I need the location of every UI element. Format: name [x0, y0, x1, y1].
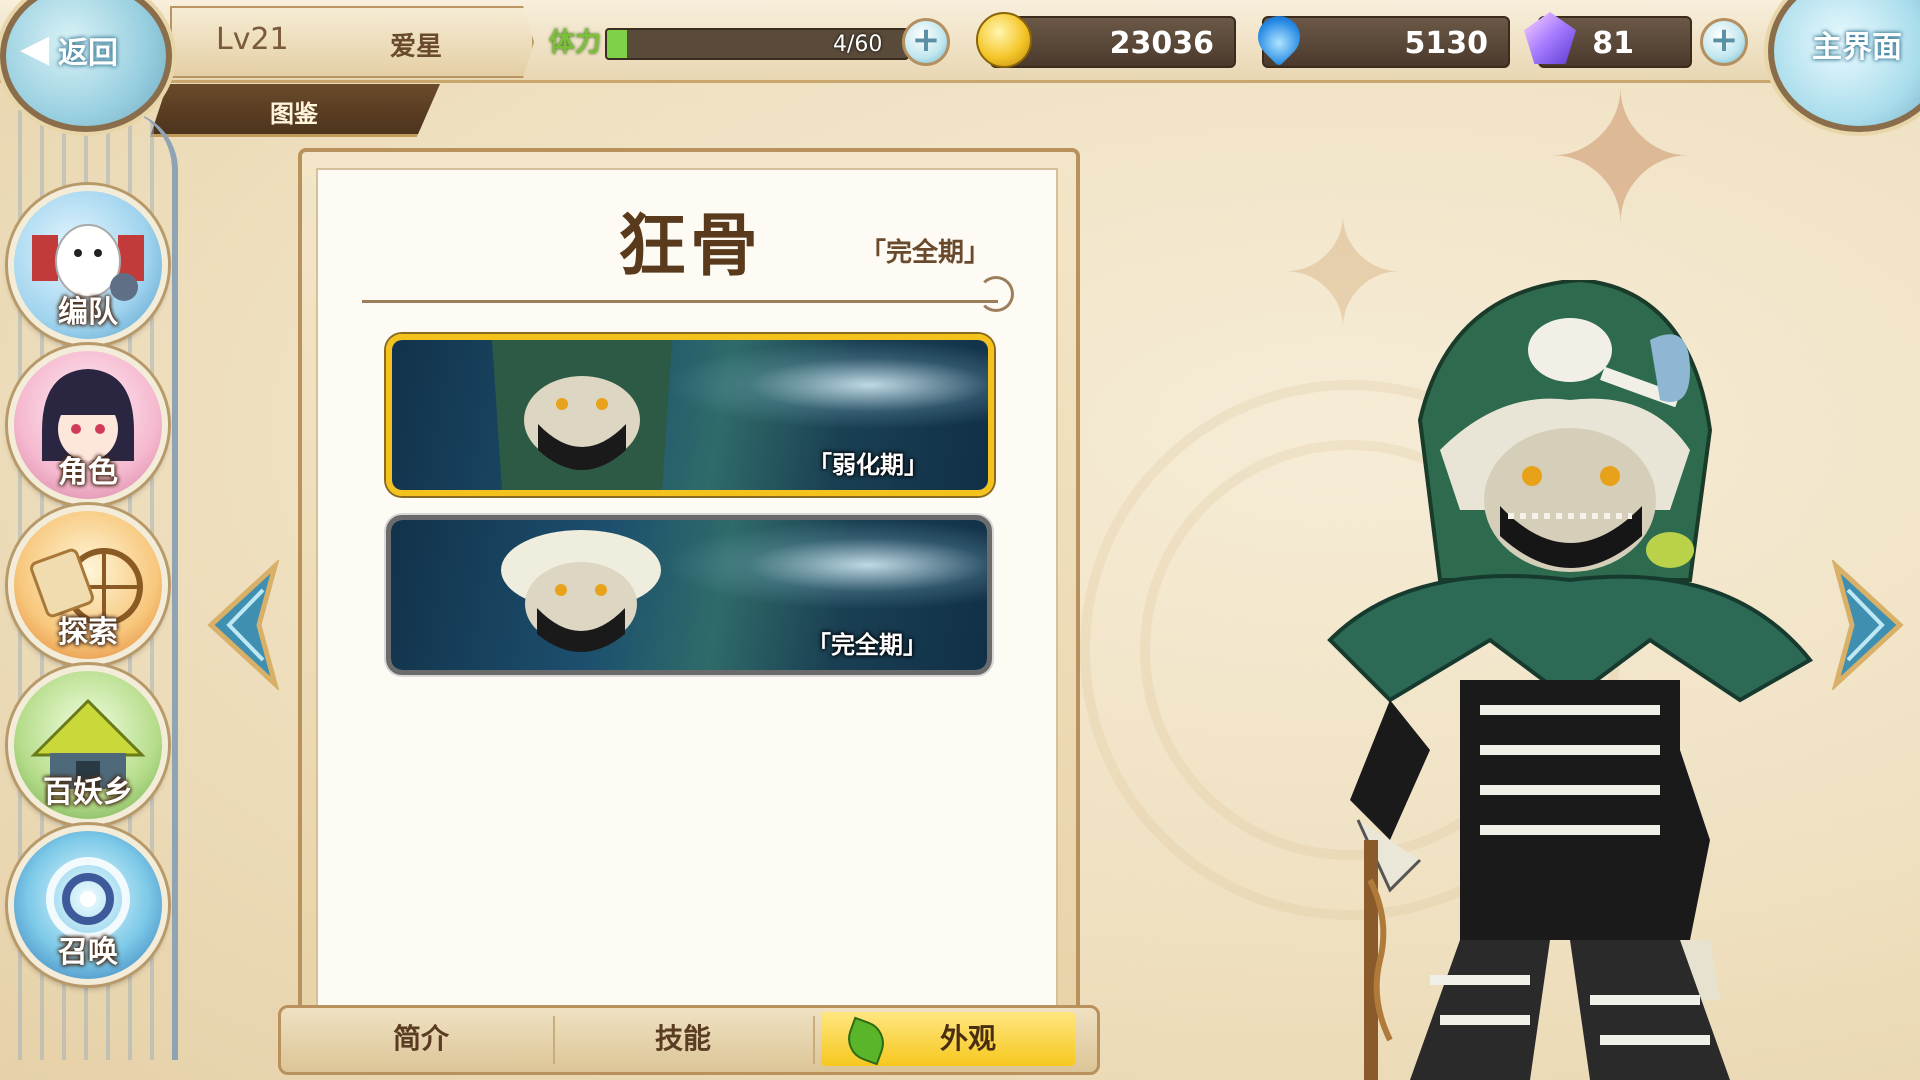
next-arrow-icon[interactable] [1830, 560, 1906, 690]
stamina-label: 体力 [549, 28, 602, 58]
soul-counter: 5130 [1249, 7, 1510, 68]
tab-divider [553, 1016, 555, 1064]
sidebar-item-label: 编队 [58, 295, 118, 330]
tab-appearance[interactable]: 外观 [821, 1012, 1075, 1066]
stamina-value: 4/60 [833, 32, 883, 57]
home-label: 主界面 [1812, 30, 1902, 65]
detail-tab-bar: 简介 技能 外观 [278, 1005, 1100, 1075]
sidebar-item-label: 角色 [58, 455, 118, 490]
sidebar-item-team[interactable]: 编队 [8, 185, 168, 345]
add-gems-button[interactable]: + [1700, 18, 1748, 66]
skin-label: 「弱化期」 [808, 451, 928, 479]
player-name: 爱星 [390, 32, 443, 62]
sidebar-item-label: 探索 [58, 615, 118, 650]
back-label: 返回 [58, 36, 118, 71]
sidebar-item-label: 百妖乡 [43, 775, 133, 810]
skeleton-mask-icon [492, 340, 672, 490]
soul-value: 5130 [1404, 26, 1489, 61]
skeleton-mask-icon [501, 530, 661, 652]
gold-coin-icon [976, 12, 1032, 68]
background-star-icon: ✦ [1545, 55, 1696, 264]
tab-label: 简介 [392, 1022, 449, 1055]
sidebar-item-character[interactable]: 角色 [8, 345, 168, 505]
sidebar-item-village[interactable]: 百妖乡 [8, 665, 168, 825]
skin-card-weakened[interactable]: 「弱化期」 [386, 334, 994, 496]
back-arrow-icon: ◀ [20, 26, 50, 70]
title-divider [362, 300, 998, 303]
sidebar-item-summon[interactable]: 召唤 [8, 825, 168, 985]
player-level: Lv21 [216, 22, 289, 57]
tab-label: 技能 [654, 1022, 711, 1055]
codex-section-tab: 图鉴 [150, 84, 440, 137]
sidebar-item-label: 召唤 [58, 935, 118, 970]
gem-counter: 81 [1524, 12, 1692, 68]
tab-label: 外观 [939, 1022, 996, 1055]
skin-card-complete[interactable]: 「完全期」 [386, 515, 992, 675]
codex-section-label: 图鉴 [270, 100, 318, 128]
gold-value: 23036 [1109, 26, 1214, 61]
previous-arrow-icon[interactable] [205, 560, 281, 690]
gold-counter: 23036 [976, 12, 1236, 68]
add-stamina-button[interactable]: + [902, 18, 950, 66]
tab-divider [813, 1016, 815, 1064]
stamina-meter: 体力 4/60 [545, 18, 940, 64]
character-stage: 「完全期」 [860, 238, 991, 268]
home-button[interactable]: 主界面 [1768, 0, 1920, 132]
stamina-bar-fill [607, 30, 628, 58]
character-name: 狂骨 [618, 206, 763, 286]
skin-label: 「完全期」 [807, 631, 927, 659]
character-artwork [1327, 280, 1814, 1080]
tab-skills[interactable]: 技能 [563, 1012, 803, 1066]
gem-value: 81 [1592, 26, 1634, 61]
tab-profile[interactable]: 简介 [301, 1012, 541, 1066]
leaf-icon [841, 1016, 891, 1066]
player-plate[interactable]: Lv21 爱星 [170, 6, 534, 78]
divider-curl-icon [978, 276, 1014, 312]
sidebar-item-explore[interactable]: 探索 [8, 505, 168, 665]
